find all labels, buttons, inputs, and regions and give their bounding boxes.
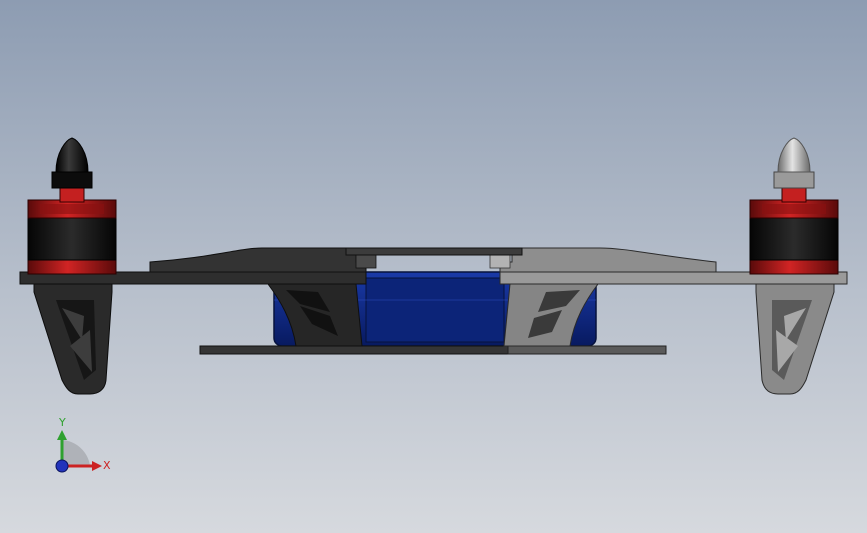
cad-graphics-viewport[interactable]: Y X xyxy=(0,0,867,533)
triad-y-label: Y xyxy=(58,416,66,429)
top-deck[interactable] xyxy=(345,247,523,256)
bottom-plate[interactable] xyxy=(199,345,667,355)
viewport-background xyxy=(0,0,867,533)
triad-z-origin xyxy=(55,459,69,473)
cad-scene[interactable]: Y X xyxy=(0,0,867,533)
triad-x-label: X xyxy=(103,459,111,472)
